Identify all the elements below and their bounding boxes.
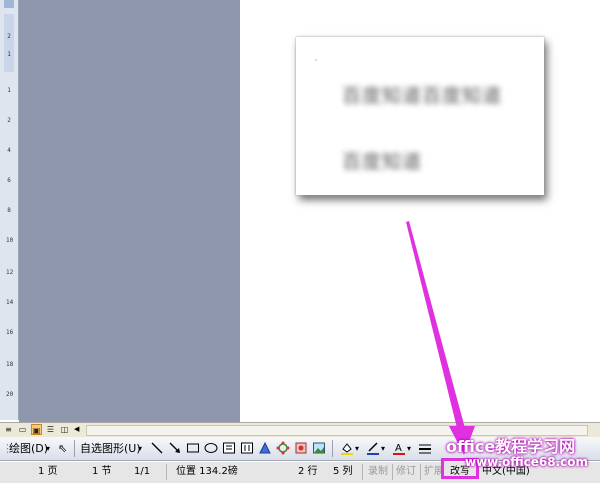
draw-menu-button[interactable]: 绘图(D) xyxy=(9,441,48,456)
ruler-tick: 10 xyxy=(6,237,14,244)
ruler-tick: 14 xyxy=(6,299,14,306)
oval-icon[interactable] xyxy=(204,441,218,455)
textbox-line: 百度知道 xyxy=(342,151,423,173)
status-separator xyxy=(420,464,421,480)
ruler-tick: 1 xyxy=(7,87,11,94)
line-icon[interactable] xyxy=(150,441,164,455)
svg-text:A: A xyxy=(395,443,402,454)
select-objects-icon[interactable]: ⇖ xyxy=(58,441,67,456)
wordart-icon[interactable] xyxy=(258,441,272,455)
status-page: 1 页 xyxy=(38,466,58,477)
ruler-tick: 20 xyxy=(6,391,14,398)
ruler-tick: 6 xyxy=(7,177,11,184)
textbox-line: 百度知道百度知道 xyxy=(342,85,503,107)
line-style-icon[interactable] xyxy=(418,441,432,455)
status-page-of: 1/1 xyxy=(134,466,151,477)
chevron-down-icon[interactable]: ▾ xyxy=(381,441,385,456)
ruler-tick: 2 xyxy=(7,117,11,124)
fill-color-icon[interactable] xyxy=(340,441,354,455)
clipart-icon[interactable] xyxy=(294,441,308,455)
status-position: 位置 134.2磅 xyxy=(176,466,238,477)
rectangle-icon[interactable] xyxy=(186,441,200,455)
status-separator xyxy=(166,464,167,480)
normal-view-icon[interactable]: ≡ xyxy=(3,424,14,435)
chevron-down-icon[interactable]: ▾ xyxy=(46,441,50,456)
web-view-icon[interactable]: ▭ xyxy=(17,424,28,435)
outline-view-icon[interactable]: ☰ xyxy=(45,424,56,435)
status-section: 1 节 xyxy=(92,466,112,477)
ruler-tick: 18 xyxy=(6,361,14,368)
scroll-left-icon[interactable]: ◀ xyxy=(74,424,84,435)
textbox-icon[interactable] xyxy=(222,441,236,455)
ruler-tick: 1 xyxy=(7,51,11,58)
ruler-tick: 2 xyxy=(7,33,11,40)
watermark-url: www.office68.com xyxy=(465,455,589,469)
ruler-tick: 8 xyxy=(7,207,11,214)
status-column: 5 列 xyxy=(333,466,353,477)
status-separator xyxy=(392,464,393,480)
line-color-icon[interactable] xyxy=(366,441,380,455)
chevron-down-icon[interactable]: ▾ xyxy=(407,441,411,456)
autoshapes-menu-button[interactable]: 自选图形(U) xyxy=(80,441,141,456)
status-separator xyxy=(362,464,363,480)
ruler-tick: 16 xyxy=(6,329,14,336)
ruler-tick: 12 xyxy=(6,269,14,276)
diagram-icon[interactable] xyxy=(276,441,290,455)
text-box[interactable]: ⠁ 百度知道百度知道 百度知道 xyxy=(296,37,544,195)
ruler-margin-band xyxy=(4,0,14,8)
print-view-icon[interactable]: ▣ xyxy=(31,424,42,435)
ruler-active-band xyxy=(4,14,14,72)
vertical-textbox-icon[interactable] xyxy=(240,441,254,455)
vertical-ruler[interactable]: 2 1 1 2 4 6 8 10 12 14 16 18 20 xyxy=(0,0,19,420)
status-line: 2 行 xyxy=(298,466,318,477)
font-color-icon[interactable]: A xyxy=(392,441,406,455)
toolbar-separator xyxy=(74,440,75,457)
status-rec[interactable]: 录制 xyxy=(368,465,388,479)
document-background xyxy=(19,0,240,422)
arrow-icon[interactable] xyxy=(168,441,182,455)
chevron-down-icon[interactable]: ▾ xyxy=(355,441,359,456)
ruler-tick: 4 xyxy=(7,147,11,154)
reading-view-icon[interactable]: ◫ xyxy=(59,424,70,435)
status-trk[interactable]: 修订 xyxy=(396,465,416,479)
toolbar-separator xyxy=(332,440,333,457)
textbox-anchor-icon: ⠁ xyxy=(314,59,322,70)
chevron-down-icon[interactable]: ▾ xyxy=(138,441,142,456)
picture-icon[interactable] xyxy=(312,441,326,455)
watermark-title: office教程学习网 xyxy=(446,437,576,456)
